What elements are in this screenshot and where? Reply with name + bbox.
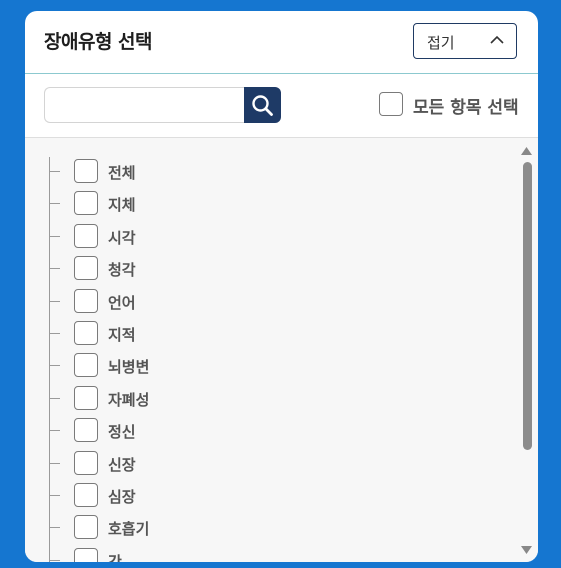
tree-branch-line: [49, 527, 60, 529]
list-item[interactable]: 뇌병변: [49, 353, 509, 379]
item-checkbox[interactable]: [74, 288, 98, 313]
item-checkbox[interactable]: [74, 321, 98, 345]
collapse-button[interactable]: 접기: [413, 23, 517, 59]
list-item[interactable]: 정신: [49, 418, 509, 444]
item-label: 전체: [108, 164, 136, 182]
scroll-up-arrow-icon[interactable]: [521, 147, 532, 155]
tree-branch-line: [49, 203, 60, 205]
list-item[interactable]: 청각: [49, 256, 509, 282]
list-item[interactable]: 시각: [49, 223, 509, 250]
panel-title: 장애유형 선택: [44, 31, 153, 53]
search-input[interactable]: [44, 87, 244, 123]
disability-type-list: 전체지체시각청각언어지적뇌병변자폐성정신신장심장호흡기간: [25, 138, 538, 562]
item-checkbox[interactable]: [74, 159, 98, 183]
item-label: 자폐성: [108, 390, 150, 409]
list-item[interactable]: 간: [49, 547, 509, 562]
chevron-up-icon: [490, 35, 504, 44]
item-label: 간: [108, 552, 122, 562]
disability-type-panel: 장애유형 선택 접기 모든 항목 선택 전체지체시각청각언어지적뇌병변자폐성정신…: [25, 11, 538, 562]
list-item[interactable]: 자폐성: [49, 385, 509, 412]
item-label: 지적: [108, 326, 136, 344]
tree-branch-line: [49, 235, 60, 237]
tree-branch-line: [49, 268, 60, 270]
tree-branch-line: [49, 462, 60, 464]
scrollbar[interactable]: [519, 142, 534, 562]
list-item[interactable]: 지적: [49, 321, 509, 347]
item-checkbox[interactable]: [74, 256, 98, 281]
item-label: 청각: [108, 261, 136, 280]
item-checkbox[interactable]: [74, 483, 98, 507]
tree-branch-line: [49, 365, 60, 367]
item-checkbox[interactable]: [74, 515, 98, 540]
select-all-label: 모든 항목 선택: [413, 98, 519, 118]
item-label: 언어: [108, 293, 136, 312]
item-checkbox[interactable]: [74, 450, 98, 475]
item-label: 호흡기: [108, 520, 150, 539]
panel-header: 장애유형 선택 접기: [25, 11, 538, 74]
tree-branch-line: [49, 171, 60, 172]
collapse-button-label: 접기: [427, 34, 455, 52]
tree-branch-line: [49, 430, 60, 432]
list-item[interactable]: 지체: [49, 191, 509, 217]
item-checkbox[interactable]: [74, 385, 98, 410]
search-row: 모든 항목 선택: [25, 74, 538, 138]
item-checkbox[interactable]: [74, 191, 98, 216]
item-label: 신장: [108, 455, 136, 474]
item-checkbox[interactable]: [74, 223, 98, 248]
tree-branch-line: [49, 397, 60, 399]
item-label: 뇌병변: [108, 358, 150, 377]
item-checkbox[interactable]: [74, 547, 98, 562]
tree-branch-line: [49, 495, 60, 496]
item-checkbox[interactable]: [74, 353, 98, 378]
scroll-thumb[interactable]: [523, 162, 532, 450]
tree-branch-line: [49, 559, 60, 561]
item-label: 심장: [108, 488, 136, 506]
select-all-checkbox[interactable]: [379, 92, 403, 116]
item-label: 지체: [108, 196, 136, 215]
search-button[interactable]: [244, 87, 281, 123]
list-item[interactable]: 호흡기: [49, 515, 509, 541]
list-item[interactable]: 언어: [49, 288, 509, 315]
search-icon: [252, 95, 273, 116]
item-label: 정신: [108, 423, 136, 442]
scroll-down-arrow-icon[interactable]: [521, 546, 532, 554]
item-checkbox[interactable]: [74, 418, 98, 443]
item-label: 시각: [108, 228, 136, 247]
list-item[interactable]: 전체: [49, 159, 509, 185]
tree-branch-line: [49, 333, 60, 334]
tree-branch-line: [49, 300, 60, 302]
list-item[interactable]: 심장: [49, 483, 509, 509]
list-item[interactable]: 신장: [49, 450, 509, 477]
